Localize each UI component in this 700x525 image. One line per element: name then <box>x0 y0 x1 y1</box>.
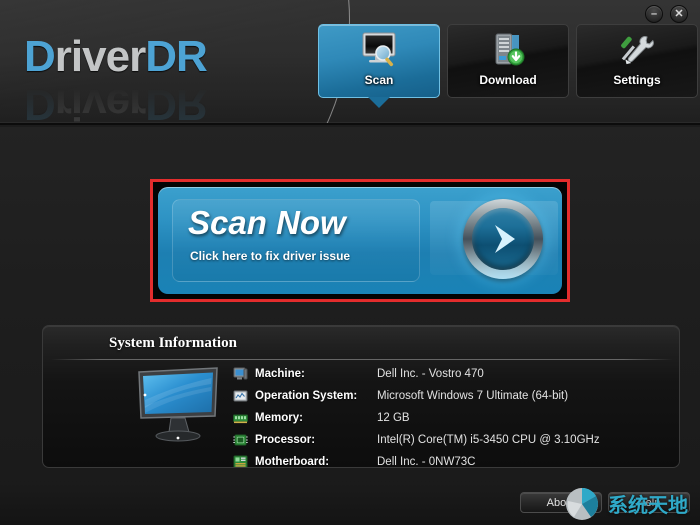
scan-now-button[interactable]: Scan Now Click here to fix driver issue <box>158 187 562 294</box>
logo-part-3: DR <box>145 32 208 81</box>
table-row: Motherboard: Dell Inc. - 0NW73C <box>233 452 600 468</box>
play-arrow-icon[interactable] <box>463 199 543 279</box>
server-download-icon <box>486 30 530 72</box>
motherboard-icon <box>233 455 255 467</box>
row-value: Dell Inc. - 0NW73C <box>377 456 476 468</box>
table-row: Memory: 12 GB <box>233 408 600 428</box>
monitor-magnifier-icon <box>357 30 401 72</box>
row-label: Processor: <box>255 434 316 446</box>
system-information-title: System Information <box>109 335 237 351</box>
footer-bar: About Help 系统天地 <box>0 483 700 525</box>
app-header: DriverDR DriverDR – ✕ Scan Download Sett… <box>0 0 700 125</box>
table-row: Operation System: Microsoft Windows 7 Ul… <box>233 386 600 406</box>
processor-icon <box>233 433 255 447</box>
footer-buttons: About Help <box>520 492 690 513</box>
tab-scan-label: Scan <box>364 73 394 87</box>
tab-settings-label: Settings <box>613 73 661 87</box>
row-label: Machine: <box>255 368 305 380</box>
system-information-divider <box>51 359 673 360</box>
close-icon[interactable]: ✕ <box>670 5 688 23</box>
screwdriver-wrench-icon <box>615 30 659 72</box>
system-information-rows: Machine: Dell Inc. - Vostro 470 Operatio… <box>233 364 600 468</box>
main-content: Scan Now Click here to fix driver issue … <box>0 127 700 525</box>
logo-text: DriverDR <box>24 32 284 82</box>
driverdr-window: DriverDR DriverDR – ✕ Scan Download Sett… <box>0 0 700 525</box>
logo-reflection: DriverDR <box>24 80 207 125</box>
os-icon <box>233 389 255 403</box>
machine-icon <box>233 367 255 381</box>
scan-now-subtitle: Click here to fix driver issue <box>190 249 351 263</box>
tab-scan[interactable]: Scan <box>318 24 440 108</box>
memory-icon <box>233 411 255 425</box>
row-label: Motherboard: <box>255 456 330 468</box>
header-divider <box>0 123 700 125</box>
window-controls: – ✕ <box>645 5 688 23</box>
scan-now-title: Scan Now <box>188 204 346 241</box>
system-information-panel: System Information Machine: Dell Inc. - … <box>42 325 680 468</box>
desktop-monitor-icon <box>131 366 223 451</box>
table-row: Processor: Intel(R) Core(TM) i5-3450 CPU… <box>233 430 600 450</box>
about-button[interactable]: About <box>520 492 602 513</box>
logo-part-1: D <box>24 32 56 81</box>
play-arrow-inner <box>472 208 534 270</box>
logo-part-2: river <box>54 32 146 81</box>
tab-download-label: Download <box>479 73 537 87</box>
row-value: 12 GB <box>377 412 410 424</box>
row-value: Dell Inc. - Vostro 470 <box>377 368 484 380</box>
main-navigation-tabs: Scan Download Settings <box>318 24 700 108</box>
tab-download[interactable]: Download <box>447 24 569 98</box>
row-value: Microsoft Windows 7 Ultimate (64-bit) <box>377 390 569 402</box>
table-row: Machine: Dell Inc. - Vostro 470 <box>233 364 600 384</box>
row-label: Operation System: <box>255 390 358 402</box>
app-logo: DriverDR DriverDR <box>24 32 284 125</box>
help-button[interactable]: Help <box>608 492 690 513</box>
scan-now-highlight-frame: Scan Now Click here to fix driver issue <box>150 179 570 302</box>
minimize-icon[interactable]: – <box>645 5 663 23</box>
row-label: Memory: <box>255 412 303 424</box>
tab-settings[interactable]: Settings <box>576 24 698 98</box>
row-value: Intel(R) Core(TM) i5-3450 CPU @ 3.10GHz <box>377 434 600 446</box>
